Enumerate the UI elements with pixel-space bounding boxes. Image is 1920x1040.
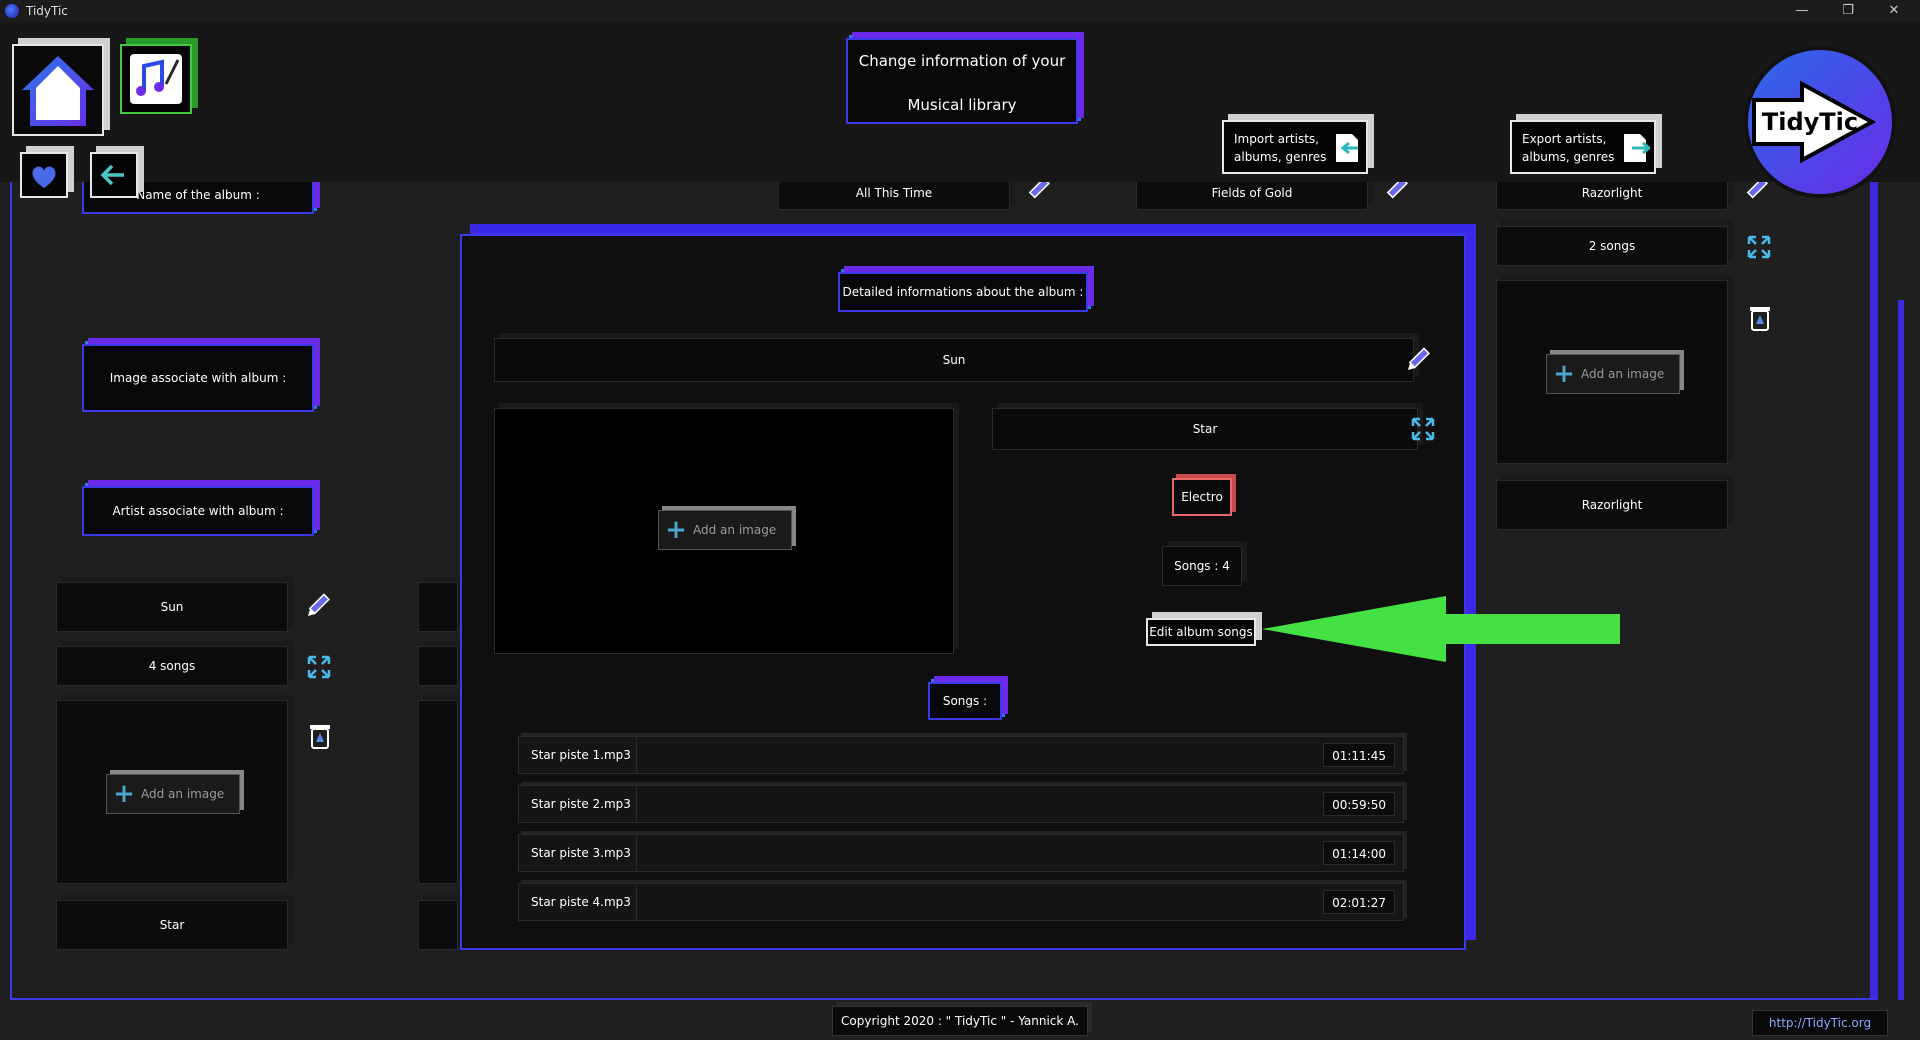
plus-icon: + — [113, 779, 135, 809]
restore-button[interactable]: ❐ — [1826, 0, 1870, 22]
add-image-label: Add an image — [693, 523, 777, 537]
page-title-line1: Change information of your — [858, 52, 1066, 70]
album-details-modal: Detailed informations about the album : … — [460, 234, 1466, 950]
genre-badge: Electro — [1172, 478, 1232, 516]
logo-icon: TidyTic — [1744, 46, 1896, 198]
app-icon — [5, 4, 19, 18]
modal-title: Detailed informations about the album : — [838, 272, 1088, 312]
song-row[interactable]: Star piste 4.mp3 02:01:27 — [518, 883, 1404, 921]
edit-album-songs-button[interactable]: Edit album songs — [1146, 618, 1256, 646]
song-row[interactable]: Star piste 3.mp3 01:14:00 — [518, 834, 1404, 872]
songs-header: Songs : — [928, 682, 1002, 720]
hidden-card — [418, 900, 458, 950]
export-label-1: Export artists, — [1522, 132, 1607, 146]
website-link[interactable]: http://TidyTic.org — [1752, 1010, 1888, 1036]
add-image-button[interactable]: + Add an image — [106, 774, 240, 814]
music-library-button[interactable] — [120, 44, 192, 114]
song-name: Star piste 1.mp3 — [519, 737, 637, 773]
home-icon — [22, 56, 94, 126]
plus-icon: + — [665, 515, 687, 545]
back-button[interactable] — [90, 152, 138, 198]
edit-pencil-icon[interactable] — [306, 592, 332, 618]
add-image-label: Add an image — [141, 787, 225, 801]
import-label-1: Import artists, — [1234, 132, 1319, 146]
songs-count: 4 songs — [56, 646, 288, 686]
artist-value: Razorlight — [1496, 480, 1728, 530]
hidden-card — [418, 582, 458, 632]
add-image-label: Add an image — [1581, 367, 1665, 381]
export-label-2: albums, genres — [1522, 150, 1615, 164]
plus-icon: + — [1553, 359, 1575, 389]
song-name: Star piste 3.mp3 — [519, 835, 637, 871]
expand-icon[interactable] — [1746, 234, 1772, 260]
song-row[interactable]: Star piste 1.mp3 01:11:45 — [518, 736, 1404, 774]
modal-album-name: Sun — [494, 338, 1414, 382]
scrollbar[interactable] — [1898, 300, 1904, 1000]
trash-icon[interactable] — [1748, 304, 1772, 332]
modal-artist: Star — [992, 408, 1418, 450]
export-icon — [1624, 134, 1650, 162]
expand-icon[interactable] — [1410, 416, 1436, 442]
add-image-button[interactable]: + Add an image — [1546, 354, 1680, 394]
song-duration: 01:14:00 — [1323, 841, 1395, 865]
image-label: Image associate with album : — [82, 344, 314, 412]
arrow-left-icon — [100, 164, 124, 186]
songs-count: 2 songs — [1496, 226, 1728, 266]
copyright-text: Copyright 2020 : " TidyTic " - Yannick A… — [832, 1006, 1088, 1036]
favorites-button[interactable] — [20, 152, 68, 198]
album-value: Sun — [56, 582, 288, 632]
music-notes-icon — [130, 54, 182, 104]
hidden-card — [418, 646, 458, 686]
song-duration: 01:11:45 — [1323, 743, 1395, 767]
trash-icon[interactable] — [308, 722, 332, 750]
song-name: Star piste 4.mp3 — [519, 884, 637, 920]
home-button[interactable] — [12, 44, 104, 136]
song-duration: 00:59:50 — [1323, 792, 1395, 816]
minimize-button[interactable]: — — [1780, 0, 1824, 22]
song-name: Star piste 2.mp3 — [519, 786, 637, 822]
logo-text: TidyTic — [1762, 108, 1858, 136]
page-title-line2: Musical library — [907, 96, 1017, 114]
artist-label: Artist associate with album : — [82, 486, 314, 536]
heart-icon — [32, 166, 56, 188]
add-image-button[interactable]: + Add an image — [658, 510, 792, 550]
page-title: Change information of your Musical libra… — [846, 38, 1078, 124]
hidden-card — [418, 700, 458, 884]
song-row[interactable]: Star piste 2.mp3 00:59:50 — [518, 785, 1404, 823]
close-button[interactable]: ✕ — [1872, 0, 1916, 22]
export-button[interactable]: Export artists, albums, genres — [1510, 120, 1656, 174]
window-title: TidyTic — [26, 4, 68, 18]
artist-value: Star — [56, 900, 288, 950]
edit-pencil-icon[interactable] — [1406, 346, 1432, 372]
song-duration: 02:01:27 — [1323, 890, 1395, 914]
annotation-arrow — [1262, 596, 1620, 662]
window-titlebar: TidyTic — ❐ ✕ — [0, 0, 1920, 22]
expand-icon[interactable] — [306, 654, 332, 680]
import-icon — [1336, 134, 1358, 162]
import-button[interactable]: Import artists, albums, genres — [1222, 120, 1368, 174]
import-label-2: albums, genres — [1234, 150, 1327, 164]
songs-count: Songs : 4 — [1162, 546, 1242, 586]
tidytic-logo: TidyTic — [1742, 44, 1898, 200]
